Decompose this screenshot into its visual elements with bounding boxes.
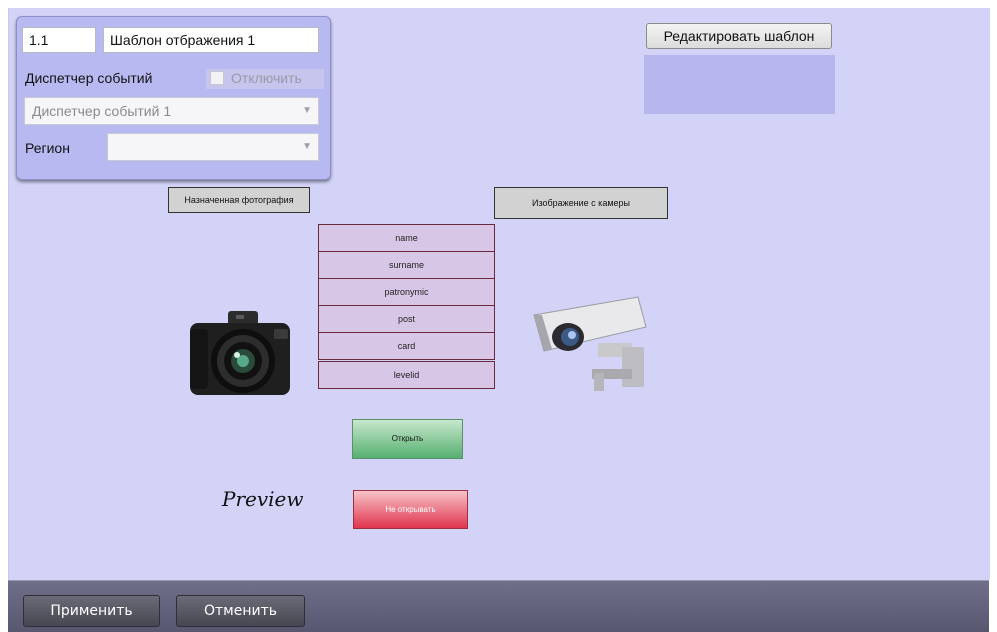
id-field[interactable]: 1.1 <box>22 27 96 53</box>
edit-template-area <box>644 55 835 114</box>
field-row-name[interactable]: name <box>318 224 495 252</box>
assigned-photo-label[interactable]: Назначенная фотография <box>168 187 310 213</box>
settings-panel: 1.1 Шаблон отбражения 1 Диспетчер событи… <box>16 16 331 180</box>
field-row-surname[interactable]: surname <box>318 251 495 279</box>
dispatcher-select-value: Диспетчер событий 1 <box>32 103 172 119</box>
field-row-patronymic[interactable]: patronymic <box>318 278 495 306</box>
field-row-levelid[interactable]: levelid <box>318 361 495 389</box>
apply-button[interactable]: Применить <box>23 595 160 627</box>
dont-open-button[interactable]: Не открывать <box>353 490 468 529</box>
open-button[interactable]: Открыть <box>352 419 463 459</box>
photo-camera-icon[interactable] <box>188 307 294 397</box>
field-row-card[interactable]: card <box>318 332 495 360</box>
preview-label: Preview <box>222 487 304 511</box>
disable-checkbox[interactable] <box>210 71 224 85</box>
cancel-button[interactable]: Отменить <box>176 595 305 627</box>
dispatcher-select[interactable]: Диспетчер событий 1 ▼ <box>24 97 319 125</box>
template-name-field[interactable]: Шаблон отбражения 1 <box>103 27 319 53</box>
footer-bar: Применить Отменить <box>8 580 989 632</box>
chevron-down-icon: ▼ <box>302 141 312 152</box>
field-row-post[interactable]: post <box>318 305 495 333</box>
camera-image-label[interactable]: Изображение с камеры <box>494 187 668 219</box>
cctv-camera-icon[interactable] <box>528 293 652 393</box>
disable-checkbox-group[interactable]: Отключить <box>206 69 324 89</box>
chevron-down-icon: ▼ <box>302 105 312 116</box>
region-label: Регион <box>25 140 70 156</box>
region-select[interactable]: ▼ <box>107 133 319 161</box>
edit-template-button[interactable]: Редактировать шаблон <box>646 23 832 49</box>
event-dispatcher-label: Диспетчер событий <box>25 70 153 86</box>
disable-checkbox-label: Отключить <box>231 70 302 86</box>
